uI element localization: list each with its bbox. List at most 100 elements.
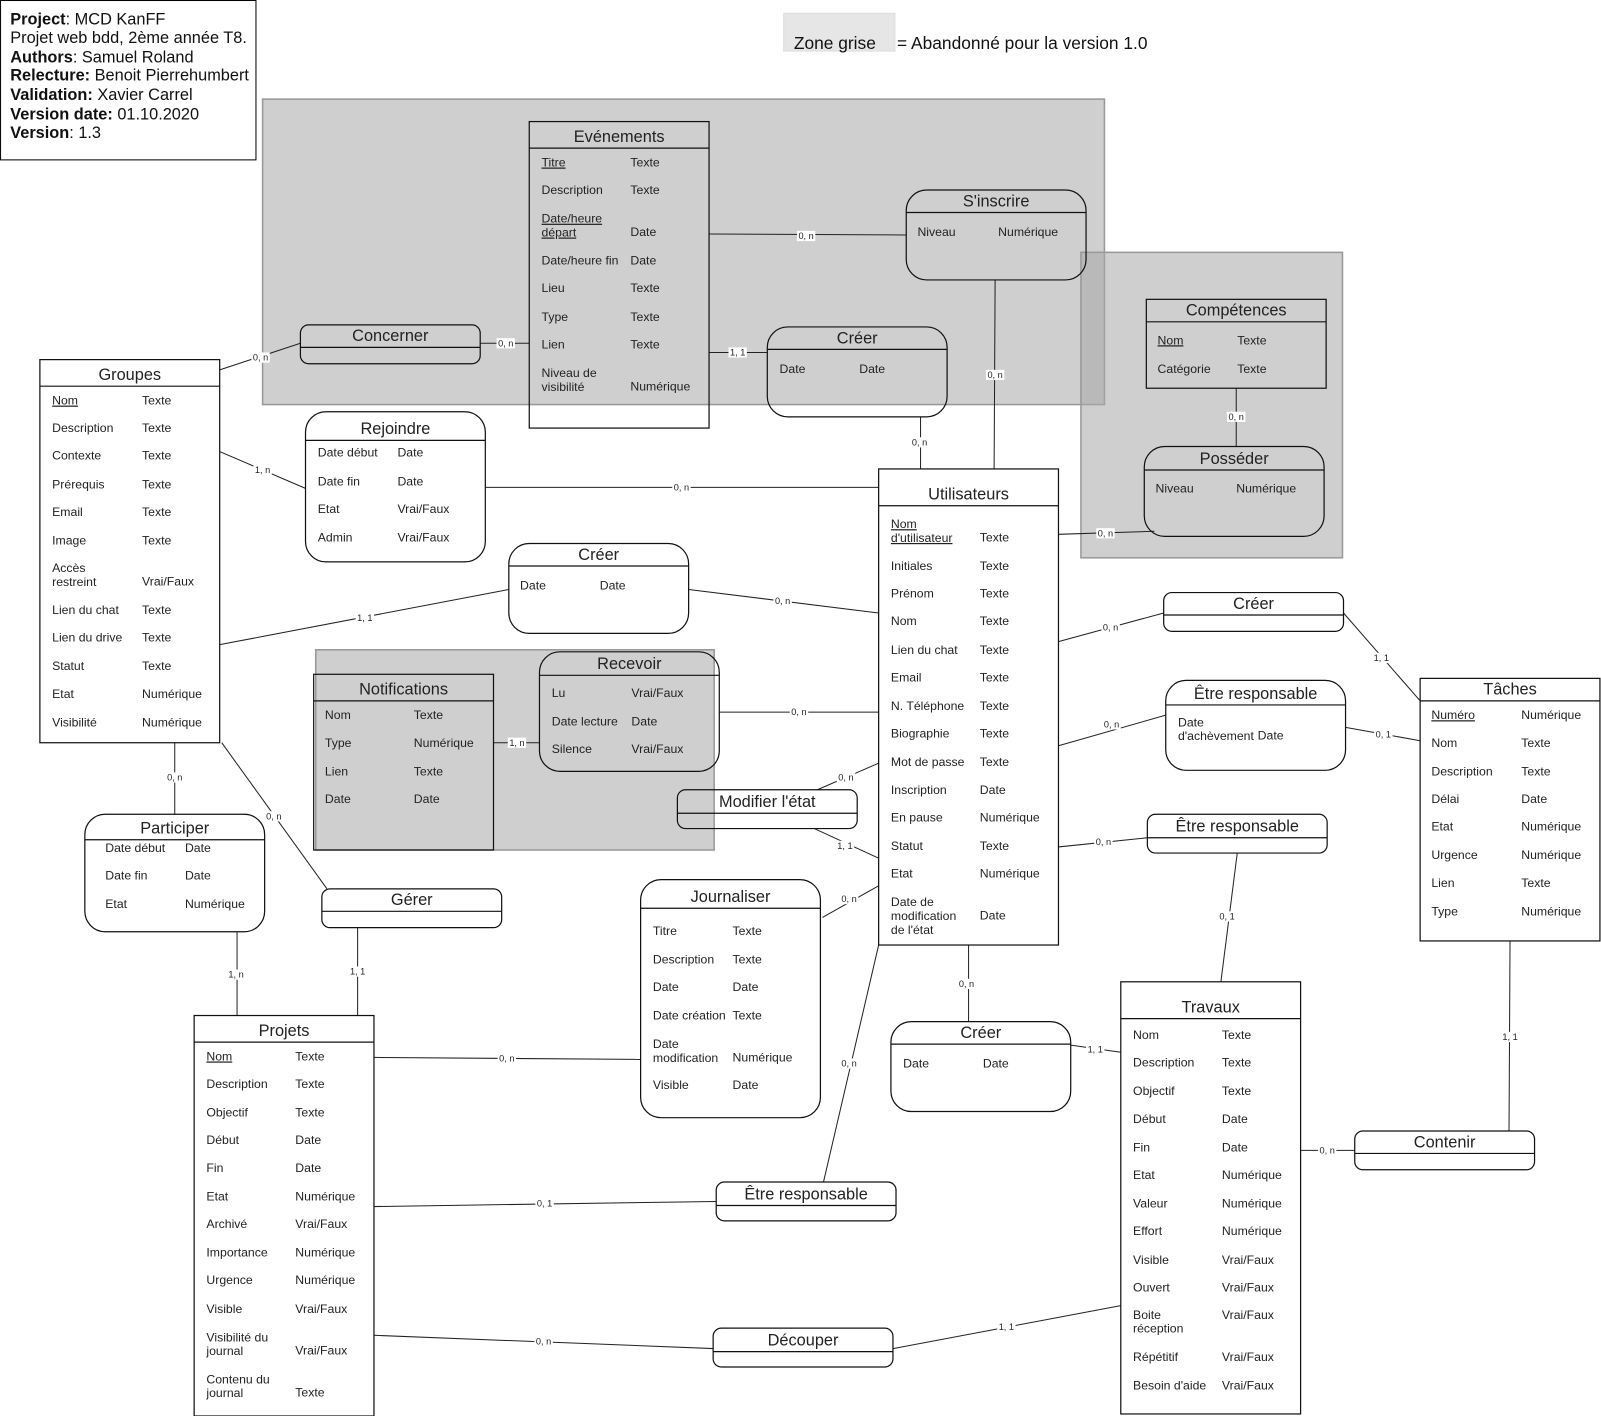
cardinality-label: 0, n [1229,412,1244,422]
cardinality-label: 0, 1 [1219,911,1234,921]
attribute-type: Texte [295,1077,324,1091]
attribute-name-line: Nom [1133,1028,1159,1042]
attribute-name: Description [1133,1056,1194,1070]
attribute-type: Date [630,225,656,239]
cardinality-label: 0, n [1319,1145,1334,1155]
attribute-name-line: Etat [891,867,913,881]
project-info-value: : Samuel Roland [73,48,194,66]
attribute-name: Visible [206,1302,242,1316]
attribute-name-line: Prénom [891,587,934,601]
attribute-type: Date [1521,792,1547,806]
attribute-name-line: Type [325,736,352,750]
association-title: Contenir [1414,1133,1476,1151]
cardinality-label: 1, 1 [999,1322,1014,1332]
attribute-name-line: Prérequis [52,477,104,491]
attribute-name: Prérequis [52,477,104,491]
attribute-type: Texte [630,337,659,351]
attribute-name: N. Téléphone [891,699,965,713]
project-info-value: Projet web bdd, 2ème année T8. [10,29,247,47]
attribute-name: Lien du chat [52,603,119,617]
cardinality-label: 1, n [509,738,524,748]
attribute-type: Numérique [1521,848,1581,862]
attribute-type: Vrai/Faux [397,530,449,544]
attribute-name-line: Description [1431,764,1492,778]
attribute-name: Lu [552,686,566,700]
association-title: Être responsable [1176,817,1299,836]
association-etre-responsable: Être responsable [1146,813,1328,854]
attribute-type: Texte [630,310,659,324]
primary-key-attribute: Nom [206,1049,232,1063]
attribute-name-line: Inscription [891,783,947,797]
cardinality-label: 0, 1 [537,1199,552,1209]
attribute-type: Date [1258,729,1284,743]
attribute-name-line: Date création [653,1009,726,1023]
entity-title: Compétences [1186,302,1287,320]
attribute-name: Valeur [1133,1197,1168,1211]
cardinality-label: 0, n [775,596,790,606]
attribute-type: Texte [980,614,1009,628]
attribute-name-line: Visible [653,1078,689,1092]
attribute-name-line: Nom [1158,333,1184,347]
attribute-name: Type [542,310,569,324]
attribute-type: Texte [414,764,443,778]
attribute-name: Etat [1133,1168,1155,1182]
attribute-name-line: Admin [318,530,353,544]
attribute-name-line: Lien [542,337,565,351]
attribute-name: Description [542,183,603,197]
attribute-name-line: Image [52,534,86,548]
attribute-name-line: Boite [1133,1308,1161,1322]
attribute-name-line: Nom [1431,736,1457,750]
attribute-name: Date [520,578,546,592]
project-info-value: : MCD KanFF [66,11,166,29]
attribute-name-line: Lien du chat [52,603,119,617]
attribute-name: Description [52,421,113,435]
attribute-name-line: Fin [1133,1140,1150,1154]
cardinality-label: 0, n [253,353,268,363]
project-info-label: Project [10,11,66,29]
attribute-type: Texte [142,449,171,463]
attribute-type: Numérique [1222,1197,1282,1211]
association-title: Créer [1233,595,1274,613]
attribute-name-line: Contenu du [206,1372,269,1386]
attribute-type: Vrai/Faux [1222,1280,1274,1294]
attribute-type: Texte [142,421,171,435]
attribute-name-line: journal [205,1386,243,1400]
attribute-name: Statut [891,839,924,853]
attribute-name: Lieu [542,281,565,295]
association-journaliser: Journaliser Titre Texte Description Texte Dat… [639,879,822,1119]
attribute-type: Texte [1237,333,1266,347]
attribute-name-line: Accès [52,561,85,575]
attribute-name-line: départ [542,226,577,240]
attribute-type: Texte [414,708,443,722]
attribute-type: Numérique [142,687,202,701]
attribute-name-line: réception [1133,1322,1184,1336]
attribute-name-line: Biographie [891,727,950,741]
attribute-name-line: Urgence [206,1273,252,1287]
project-info-line: Projet web bdd, 2ème année T8. [10,29,247,47]
attribute-name: Lien du chat [891,643,958,657]
attribute-type: Numérique [630,379,690,393]
attribute-type: Texte [630,156,659,170]
attribute-name-line: Importance [206,1246,267,1260]
cardinality-label: 0, n [266,811,281,821]
attribute-name: Visible [1133,1253,1169,1267]
association-title: Rejoindre [360,420,430,438]
attribute-name: Effort [1133,1224,1163,1238]
attribute-name: Lien [325,764,348,778]
attribute-name: Début [206,1133,239,1147]
attribute-name: Objectif [206,1106,248,1120]
legend-swatch-label: Zone grise [794,33,876,53]
attribute-type: Numérique [1521,820,1581,834]
attribute-name-line: Nom [206,1049,232,1063]
association-title: Créer [960,1024,1001,1042]
attribute-type: Texte [142,631,171,645]
attribute-name-line: Statut [52,659,85,673]
attribute-type: Texte [142,603,171,617]
association-participer: Participer Date début Date Date fin Date Etat… [84,813,266,933]
attribute-name-line: Email [52,505,83,519]
attribute-name: Initiales [891,559,933,573]
attribute-name-line: Etat [52,687,74,701]
attribute-type: Texte [1521,876,1550,890]
cardinality-label: 0, 1 [1376,730,1391,740]
attribute-name: Importance [206,1246,267,1260]
